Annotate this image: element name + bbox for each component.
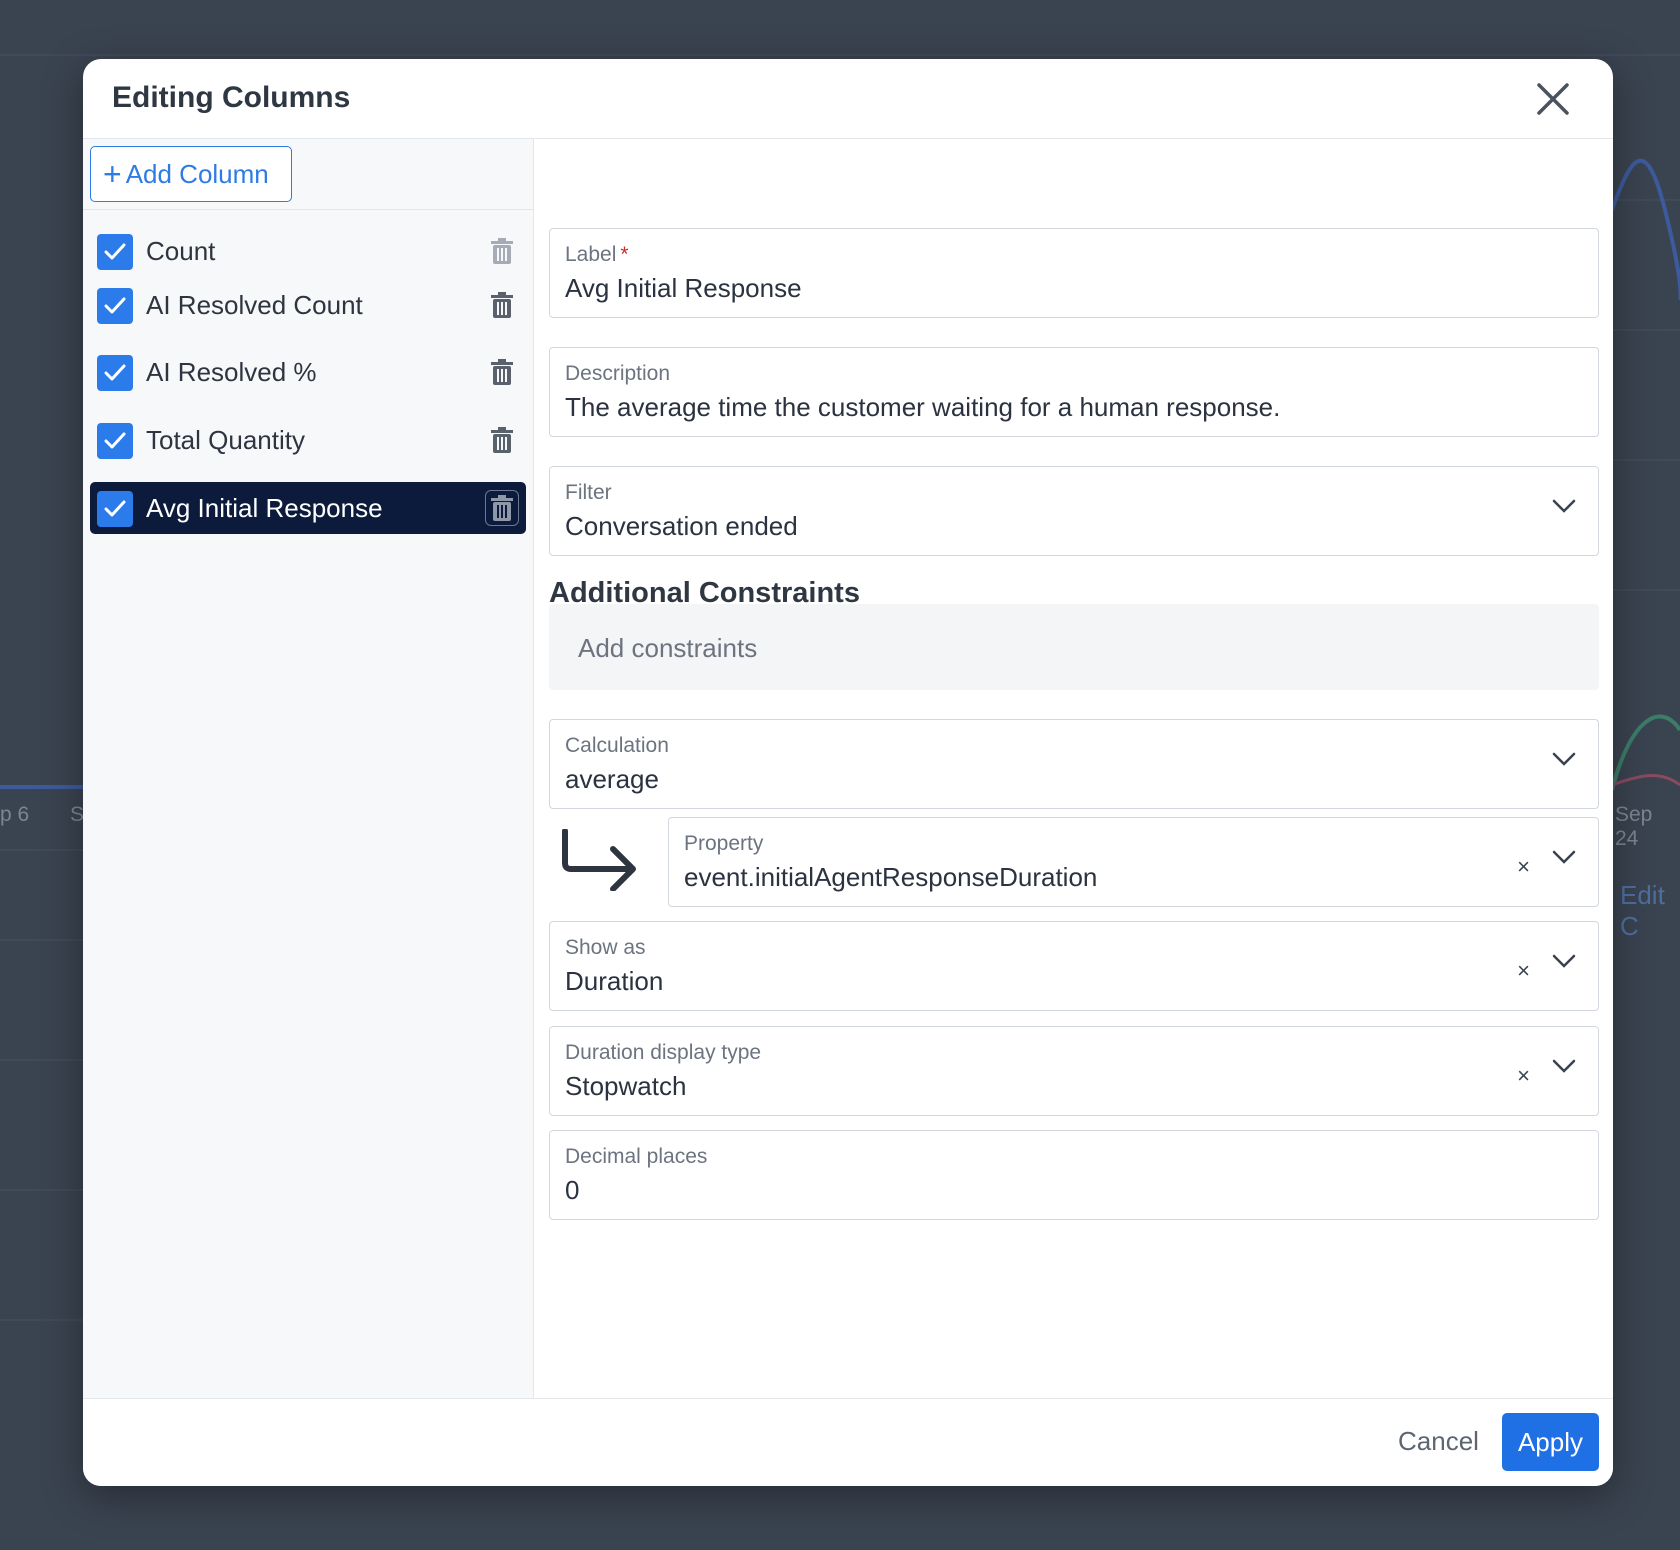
chevron-down-icon[interactable]	[1552, 954, 1576, 968]
add-column-button[interactable]: + Add Column	[90, 146, 292, 202]
add-column-label: Add Column	[125, 158, 269, 189]
column-checkbox[interactable]	[97, 288, 133, 324]
background-edit-button: Edit C	[1620, 880, 1665, 941]
add-constraints-placeholder: Add constraints	[578, 633, 758, 663]
axis-tick: S	[70, 803, 85, 826]
show-as-select[interactable]: Show as Duration ×	[549, 921, 1599, 1011]
column-label: Avg Initial Response	[146, 493, 383, 523]
trash-icon[interactable]	[485, 287, 519, 323]
chevron-down-icon[interactable]	[1552, 752, 1576, 766]
column-label: AI Resolved %	[146, 357, 317, 387]
column-checkbox[interactable]	[97, 491, 133, 527]
modal-footer: Cancel Apply	[83, 1398, 1613, 1486]
cancel-button[interactable]: Cancel	[1398, 1426, 1479, 1457]
show-as-select-title: Show as	[565, 936, 646, 959]
close-icon[interactable]	[1533, 79, 1573, 119]
calculation-select-title: Calculation	[565, 734, 669, 757]
modal-header: Editing Columns	[83, 59, 1613, 139]
description-field[interactable]: Description The average time the custome…	[549, 347, 1599, 437]
calculation-select[interactable]: Calculation average	[549, 719, 1599, 809]
label-field-title: Label *	[565, 243, 629, 266]
decimal-places-field[interactable]: Decimal places 0	[549, 1130, 1599, 1220]
duration-display-type-select[interactable]: Duration display type Stopwatch ×	[549, 1026, 1599, 1116]
editing-columns-modal: Editing Columns + Add Column Count AI Re…	[83, 59, 1613, 1486]
column-item-total-quantity[interactable]: Total Quantity	[90, 414, 526, 466]
axis-tick: p 6	[0, 803, 30, 826]
column-label: AI Resolved Count	[146, 290, 363, 320]
chevron-down-icon[interactable]	[1552, 499, 1576, 513]
clear-icon[interactable]: ×	[1517, 958, 1530, 984]
filter-select-value: Conversation ended	[565, 511, 798, 541]
filter-select[interactable]: Filter Conversation ended	[549, 466, 1599, 556]
column-item-ai-resolved-percent[interactable]: AI Resolved %	[90, 346, 526, 398]
show-as-select-value: Duration	[565, 966, 664, 996]
trash-icon[interactable]	[485, 354, 519, 390]
subdirectory-arrow-icon	[562, 829, 636, 891]
column-checkbox[interactable]	[97, 423, 133, 459]
add-constraints-area[interactable]: Add constraints	[549, 604, 1599, 690]
plus-icon: +	[103, 156, 122, 192]
property-select[interactable]: Property event.initialAgentResponseDurat…	[668, 817, 1599, 907]
chevron-down-icon[interactable]	[1552, 850, 1576, 864]
column-label: Count	[146, 236, 216, 266]
apply-button[interactable]: Apply	[1502, 1413, 1599, 1471]
column-item-count[interactable]: Count	[90, 225, 526, 277]
label-field[interactable]: Label * Avg Initial Response	[549, 228, 1599, 318]
add-column-area: + Add Column	[83, 139, 533, 210]
column-checkbox[interactable]	[97, 234, 133, 270]
trash-icon[interactable]	[485, 490, 519, 526]
modal-title: Editing Columns	[112, 81, 351, 114]
calculation-select-value: average	[565, 764, 659, 794]
description-field-value: The average time the customer waiting fo…	[565, 392, 1281, 422]
property-select-value: event.initialAgentResponseDuration	[684, 862, 1098, 892]
filter-select-title: Filter	[565, 481, 612, 504]
clear-icon[interactable]: ×	[1517, 854, 1530, 880]
required-mark: *	[620, 243, 629, 266]
column-item-avg-initial-response[interactable]: Avg Initial Response	[90, 482, 526, 534]
column-settings-form: Label * Avg Initial Response Description …	[534, 139, 1613, 1398]
duration-display-type-title: Duration display type	[565, 1041, 762, 1064]
columns-list-panel: + Add Column Count AI Resolved Count AI …	[83, 139, 534, 1398]
chevron-down-icon[interactable]	[1552, 1059, 1576, 1073]
column-label: Total Quantity	[146, 425, 305, 455]
clear-icon[interactable]: ×	[1517, 1063, 1530, 1089]
column-checkbox[interactable]	[97, 355, 133, 391]
description-field-title: Description	[565, 362, 671, 385]
column-item-ai-resolved-count[interactable]: AI Resolved Count	[90, 279, 526, 331]
decimal-places-title: Decimal places	[565, 1145, 708, 1168]
label-field-value: Avg Initial Response	[565, 273, 802, 303]
decimal-places-value: 0	[565, 1175, 580, 1205]
trash-icon[interactable]	[485, 233, 519, 269]
property-select-title: Property	[684, 832, 764, 855]
trash-icon[interactable]	[485, 422, 519, 458]
axis-tick: Sep 24	[1615, 803, 1653, 850]
duration-display-type-value: Stopwatch	[565, 1071, 687, 1101]
